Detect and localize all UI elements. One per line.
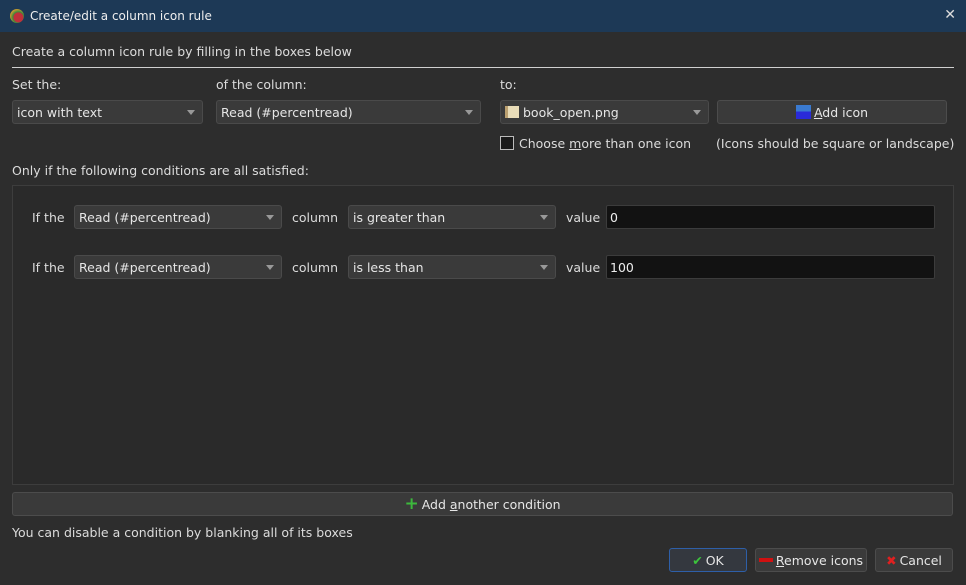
close-icon[interactable]: ✕ — [944, 7, 956, 23]
conditions-label: Only if the following conditions are all… — [12, 163, 309, 178]
condition-column-select[interactable]: Read (#percentread) — [74, 255, 282, 279]
condition-operator-select[interactable]: is greater than — [348, 205, 556, 229]
condition-operator-select[interactable]: is less than — [348, 255, 556, 279]
chevron-down-icon — [187, 110, 195, 115]
chevron-down-icon — [693, 110, 701, 115]
value-label: value — [566, 260, 601, 275]
x-icon: ✖ — [886, 552, 897, 568]
kind-value: icon with text — [17, 104, 103, 120]
add-condition-button[interactable]: + Add another condition — [12, 492, 953, 516]
condition-column-select[interactable]: Read (#percentread) — [74, 205, 282, 229]
set-the-label: Set the: — [12, 77, 62, 92]
cancel-label: Cancel — [899, 552, 942, 568]
book-icon — [505, 106, 519, 118]
add-icon-button[interactable]: Add icon — [717, 100, 947, 124]
conditions-panel: If the Read (#percentread) column is gre… — [12, 185, 954, 485]
intro-text: Create a column icon rule by filling in … — [12, 44, 352, 59]
icons-hint: (Icons should be square or landscape) — [716, 136, 955, 151]
operator-value: is greater than — [353, 209, 446, 225]
condition-row: If the Read (#percentread) column is gre… — [13, 205, 953, 231]
icon-select[interactable]: book_open.png — [500, 100, 709, 124]
column-value: Read (#percentread) — [221, 104, 353, 120]
chevron-down-icon — [540, 215, 548, 220]
chevron-down-icon — [540, 265, 548, 270]
title-bar: Create/edit a column icon rule ✕ — [0, 0, 966, 32]
remove-icons-label: Remove icons — [775, 552, 864, 568]
ok-button[interactable]: ✔ OK — [669, 548, 747, 572]
multi-icon-checkbox[interactable] — [500, 136, 514, 150]
condition-value-input[interactable]: 0 — [606, 205, 935, 229]
ok-label: OK — [705, 552, 724, 568]
chevron-down-icon — [266, 215, 274, 220]
divider — [12, 67, 954, 68]
condition-column-value: Read (#percentread) — [79, 259, 211, 275]
checkmark-icon: ✔ — [692, 552, 703, 568]
if-label: If the — [32, 210, 65, 225]
operator-value: is less than — [353, 259, 424, 275]
column-label: column — [292, 210, 339, 225]
add-icon-label: Add icon — [813, 104, 869, 120]
window-title: Create/edit a column icon rule — [30, 9, 212, 23]
condition-column-value: Read (#percentread) — [79, 209, 211, 225]
cancel-button[interactable]: ✖ Cancel — [875, 548, 953, 572]
value-label: value — [566, 210, 601, 225]
condition-row: If the Read (#percentread) column is les… — [13, 255, 953, 281]
plus-icon: + — [404, 493, 419, 514]
multi-icon-label[interactable]: Choose more than one icon — [519, 136, 691, 151]
footer-hint: You can disable a condition by blanking … — [12, 525, 353, 540]
folder-icon — [795, 105, 811, 119]
condition-value-input[interactable]: 100 — [606, 255, 935, 279]
chevron-down-icon — [266, 265, 274, 270]
if-label: If the — [32, 260, 65, 275]
to-label: to: — [500, 77, 517, 92]
icon-file-value: book_open.png — [523, 104, 619, 120]
remove-icons-button[interactable]: Remove icons — [755, 548, 867, 572]
column-select[interactable]: Read (#percentread) — [216, 100, 481, 124]
minus-icon — [758, 558, 773, 562]
column-label: column — [292, 260, 339, 275]
chevron-down-icon — [465, 110, 473, 115]
of-column-label: of the column: — [216, 77, 307, 92]
app-icon — [10, 9, 24, 23]
add-condition-label: Add another condition — [421, 496, 561, 512]
kind-select[interactable]: icon with text — [12, 100, 203, 124]
